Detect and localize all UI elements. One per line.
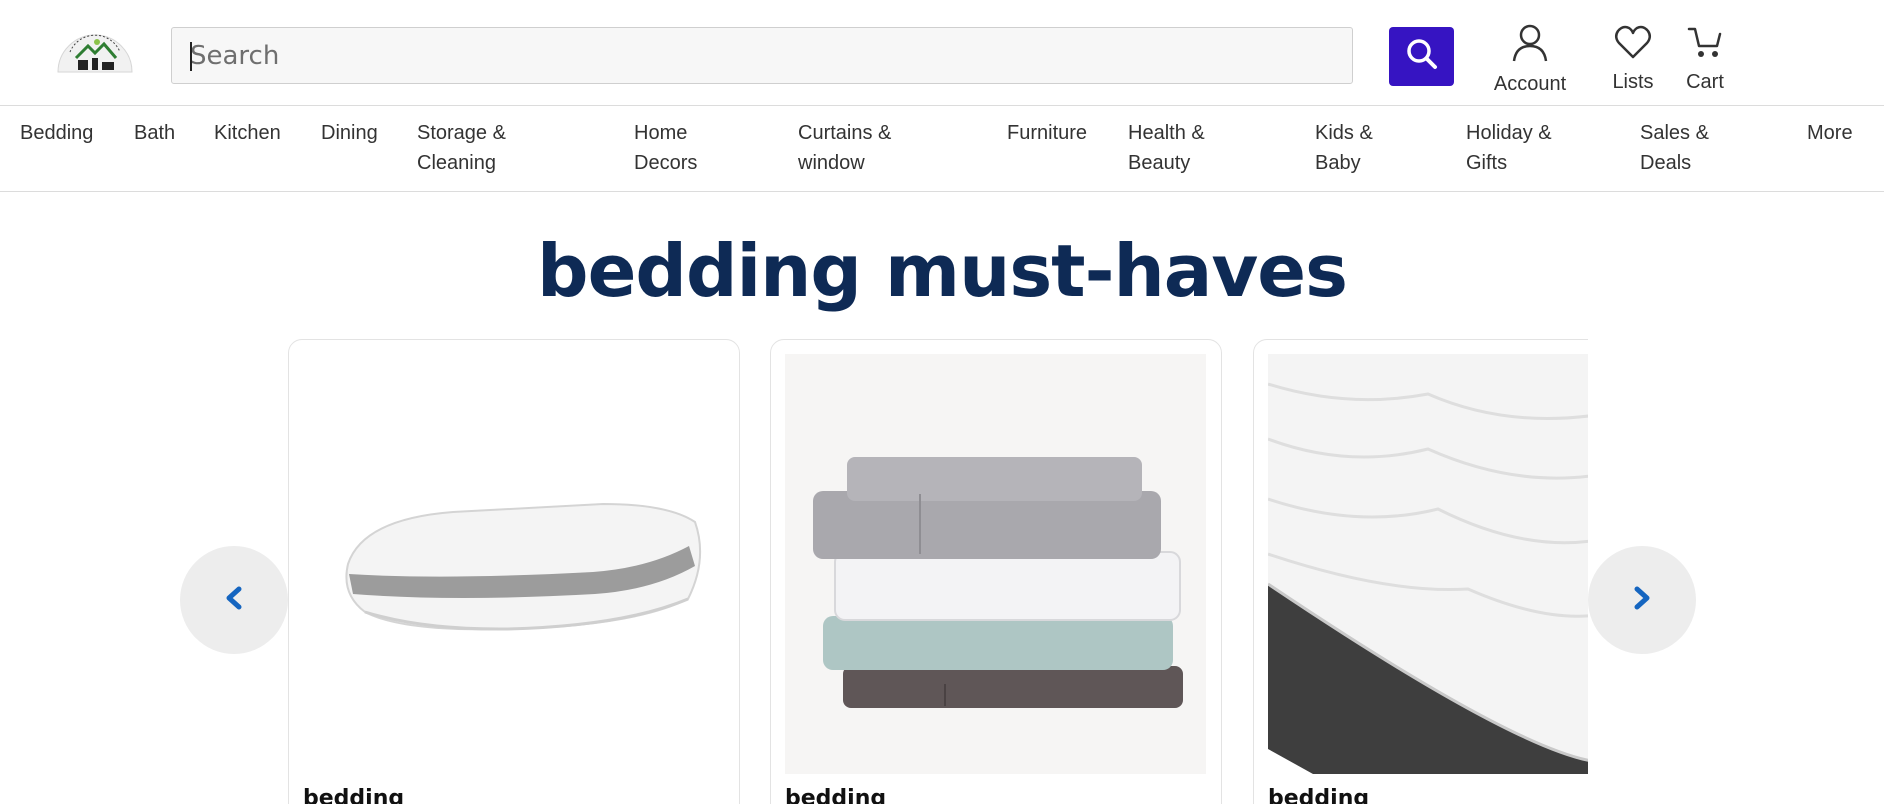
search-button[interactable]: [1389, 27, 1454, 86]
product-card-title: bedding: [303, 786, 405, 804]
carousel-prev-button[interactable]: [180, 546, 288, 654]
search-input[interactable]: [172, 28, 1352, 83]
category-nav: Bedding Bath Kitchen Dining Storage & Cl…: [0, 106, 1884, 192]
section-heading: bedding must-haves: [537, 229, 1348, 313]
search-icon: [1405, 37, 1439, 76]
site-header: Account Lists Cart: [0, 0, 1884, 106]
mattress-pad-image: [1267, 354, 1588, 774]
logo[interactable]: [54, 22, 136, 82]
text-caret: [190, 42, 192, 71]
nav-item-more[interactable]: More: [1807, 118, 1853, 148]
heart-icon: [1614, 24, 1652, 65]
nav-item-storage-cleaning[interactable]: Storage & Cleaning: [417, 118, 506, 178]
nav-item-kids-baby[interactable]: Kids & Baby: [1315, 118, 1373, 178]
cart-label: Cart: [1686, 71, 1724, 93]
account-link[interactable]: Account: [1490, 24, 1570, 96]
nav-item-furniture[interactable]: Furniture: [1007, 118, 1087, 148]
nav-item-home-decors[interactable]: Home Decors: [634, 118, 697, 178]
lists-label: Lists: [1612, 71, 1654, 93]
product-card-sheets[interactable]: bedding: [770, 339, 1222, 804]
nav-item-curtains-window[interactable]: Curtains & window: [798, 118, 891, 178]
carousel-clip: bedding: [1253, 339, 1588, 804]
nav-item-health-beauty[interactable]: Health & Beauty: [1128, 118, 1205, 178]
chevron-left-icon: [223, 586, 245, 615]
chevron-right-icon: [1631, 586, 1653, 615]
nav-item-holiday-gifts[interactable]: Holiday & Gifts: [1466, 118, 1552, 178]
nav-item-kitchen[interactable]: Kitchen: [214, 118, 281, 148]
product-card-title: bedding: [1268, 786, 1370, 804]
product-card-title: bedding: [785, 786, 887, 804]
product-card-pillow[interactable]: bedding: [288, 339, 740, 804]
nav-item-bedding[interactable]: Bedding: [20, 118, 93, 148]
cart-icon: [1686, 24, 1724, 65]
search-field[interactable]: [171, 27, 1353, 84]
pillow-image: [303, 354, 724, 774]
folded-sheets-image: [785, 354, 1206, 774]
account-label: Account: [1493, 73, 1567, 95]
carousel-next-button[interactable]: [1588, 546, 1696, 654]
cart-link[interactable]: Cart: [1680, 24, 1730, 94]
user-icon: [1510, 24, 1550, 67]
nav-item-dining[interactable]: Dining: [321, 118, 378, 148]
lists-link[interactable]: Lists: [1600, 24, 1666, 94]
nav-item-sales-deals[interactable]: Sales & Deals: [1640, 118, 1709, 178]
nav-item-bath[interactable]: Bath: [134, 118, 175, 148]
product-card-mattress-pad[interactable]: bedding: [1253, 339, 1588, 804]
